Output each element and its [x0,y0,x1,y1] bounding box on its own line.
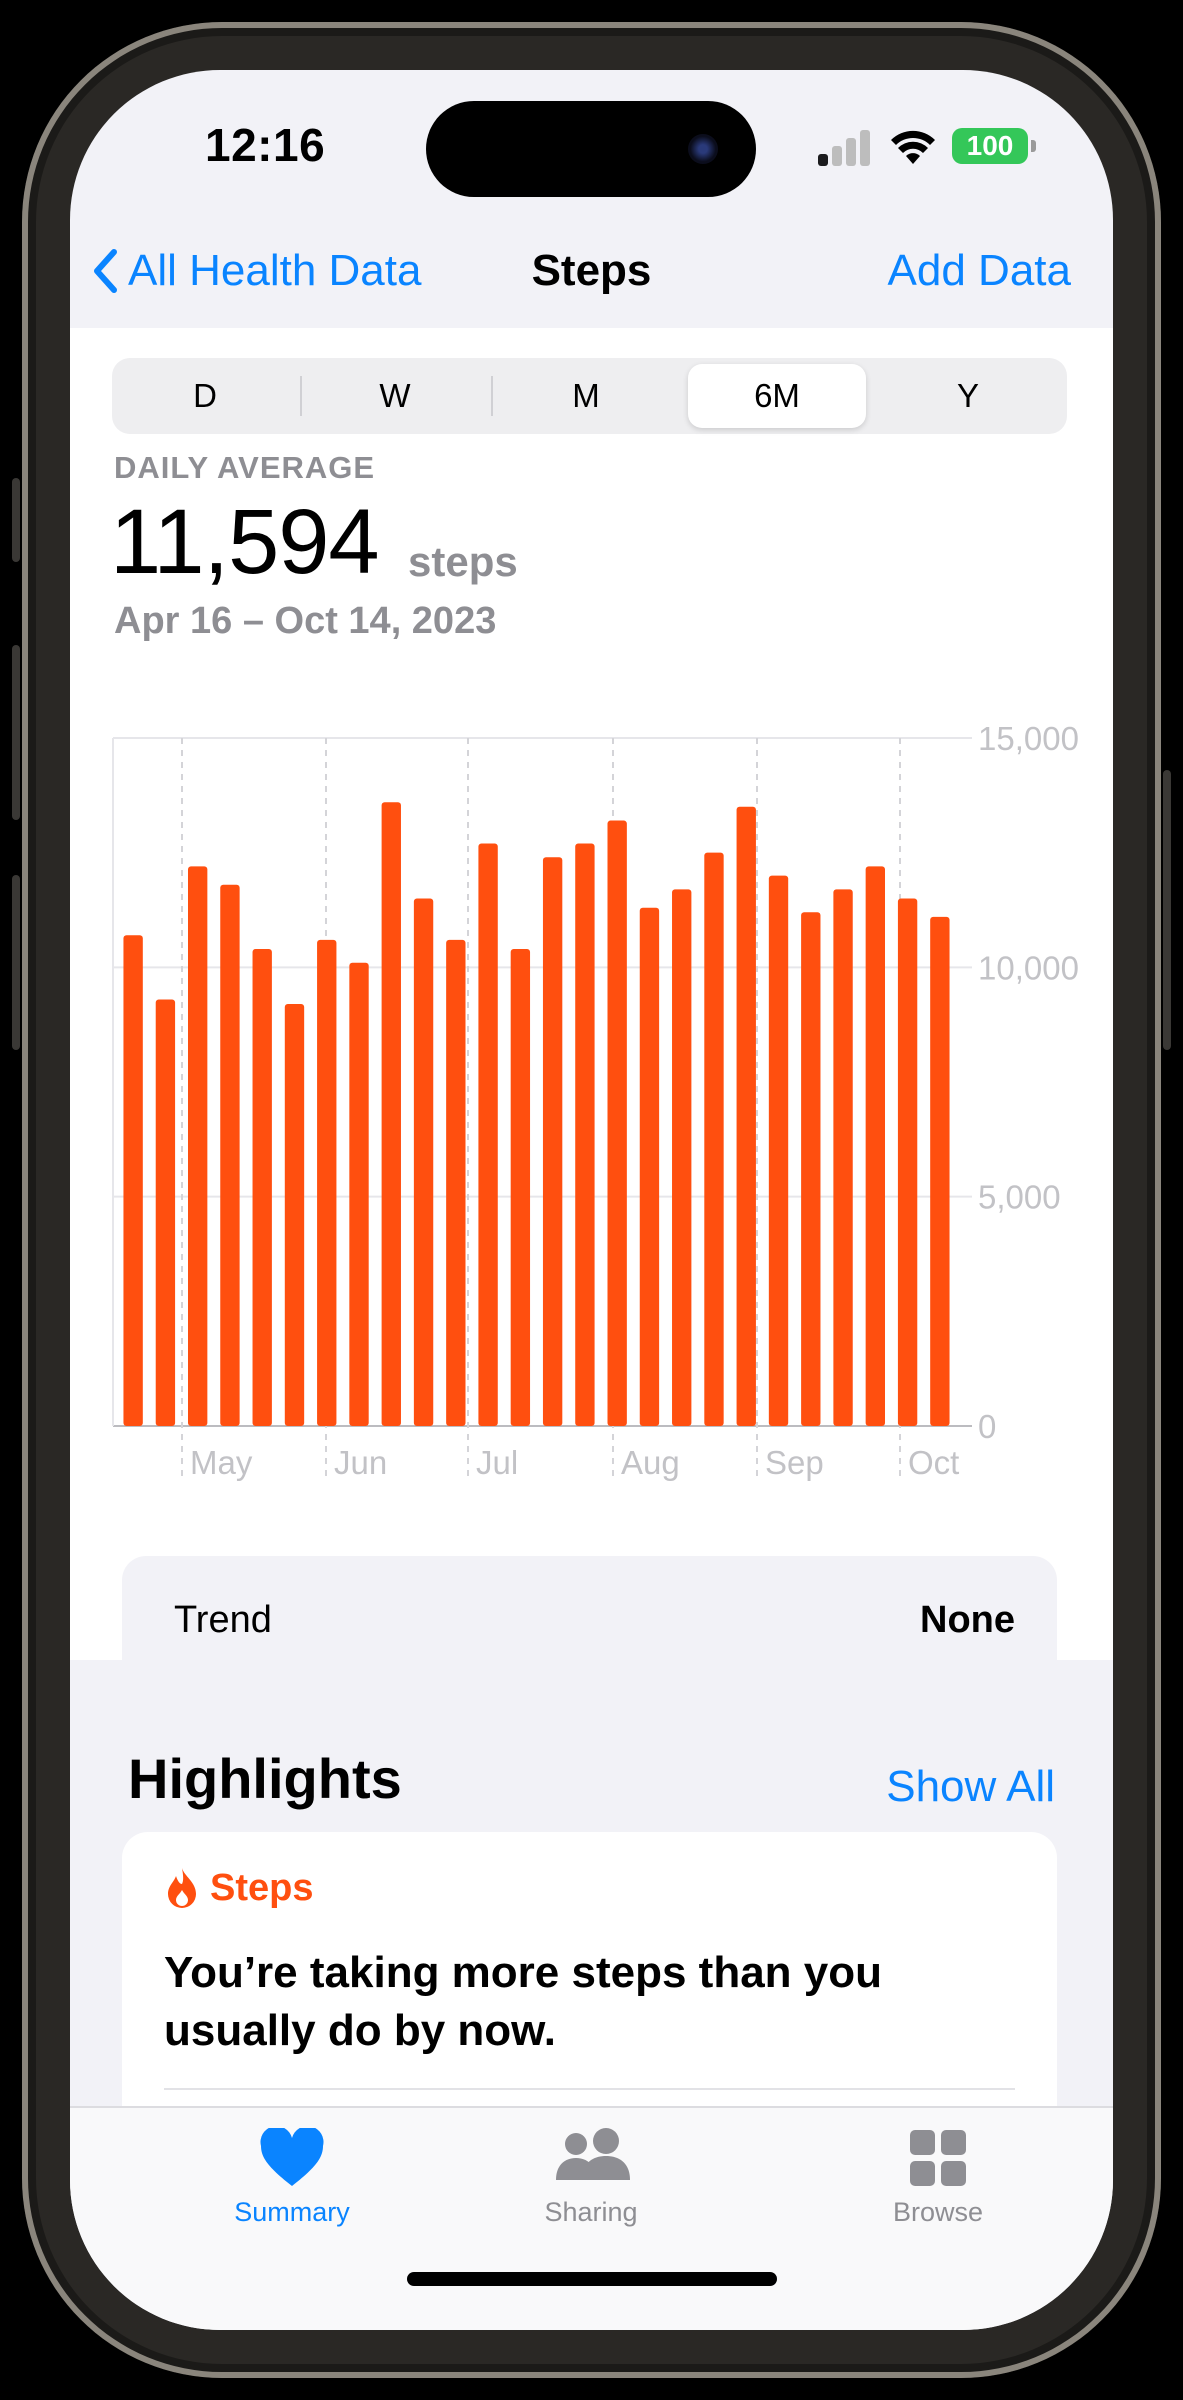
tab-sharing-label: Sharing [544,2197,638,2227]
people-icon [556,2128,630,2180]
status-bar: 12:16 100 [70,70,1113,220]
tab-browse-label: Browse [892,2197,984,2227]
x-tick-label: May [190,1444,253,1481]
highlight-divider [164,2088,1015,2090]
steps-bar [575,843,595,1426]
flame-icon [168,1868,196,1908]
show-all-button[interactable]: Show All [886,1762,1055,1812]
steps-bar [252,948,272,1426]
steps-bar [123,935,143,1426]
heart-icon [260,2125,324,2186]
wifi-icon [891,130,935,164]
steps-bar [478,843,498,1426]
tab-summary[interactable]: Summary [182,2125,402,2228]
steps-bar [833,889,853,1426]
steps-bar [510,948,531,1426]
highlight-category: Steps [210,1866,314,1909]
steps-bar [349,962,369,1426]
y-tick-label: 15,000 [978,720,1079,757]
cellular-signal-icon [818,130,874,166]
side-button [1163,770,1171,1050]
steps-bar [736,806,756,1426]
battery-icon: 100 [952,128,1028,164]
navigation-bar: All Health Data Steps Add Data [70,230,1113,310]
steps-bar [381,802,401,1426]
battery-tip [1031,140,1036,152]
x-tick-label: Oct [908,1444,959,1481]
steps-bar [639,907,660,1426]
trend-value: None [920,1599,1015,1641]
y-tick-label: 10,000 [978,949,1079,986]
x-tick-label: Sep [765,1444,824,1481]
highlights-heading: Highlights [128,1747,402,1810]
steps-bar [317,939,337,1426]
volume-down-button [12,875,20,1050]
x-tick-label: Jul [476,1444,518,1481]
tab-browse[interactable]: Browse [828,2128,1048,2228]
steps-bar [897,898,918,1426]
steps-bar [768,875,789,1426]
trend-label: Trend [174,1599,272,1641]
camera-icon [688,134,718,164]
tab-summary-label: Summary [234,2197,350,2227]
highlight-card-header: Steps [164,1866,313,1910]
home-indicator [407,2272,777,2286]
steps-bar [220,884,240,1426]
steps-bar-chart[interactable]: 15,000 10,000 5,000 0 May Jun Jul Aug Sep Oct [70,328,1113,1508]
x-tick-label: Aug [621,1444,680,1481]
steps-bar [607,820,627,1426]
steps-bar [704,852,724,1426]
steps-bar [187,866,208,1426]
steps-bar [542,857,563,1426]
trend-row[interactable]: Trend None [122,1556,1057,1686]
steps-bar [413,898,434,1426]
dynamic-island [426,101,756,197]
steps-bar [672,889,692,1426]
steps-bar [446,939,466,1426]
tab-bar: Summary Sharing Browse [70,2106,1113,2330]
steps-bar [801,912,821,1426]
volume-up-button [12,645,20,820]
steps-bar [155,999,176,1426]
steps-bar [284,1004,305,1426]
steps-card: D W M 6M Y DAILY AVERAGE 11,594 steps Ap… [70,328,1113,1686]
steps-bar [865,866,886,1426]
y-tick-label: 0 [978,1408,996,1445]
steps-bar [930,916,950,1426]
x-tick-label: Jun [334,1444,387,1481]
status-time: 12:16 [205,119,326,171]
highlight-text: You’re taking more steps than you usuall… [164,1948,882,2055]
add-data-button[interactable]: Add Data [888,246,1071,296]
screen: 12:16 100 All Health Data Steps Add Data… [70,70,1113,2330]
action-button [12,478,20,562]
grid-icon [910,2130,966,2186]
tab-sharing[interactable]: Sharing [481,2128,701,2228]
y-tick-label: 5,000 [978,1179,1061,1216]
